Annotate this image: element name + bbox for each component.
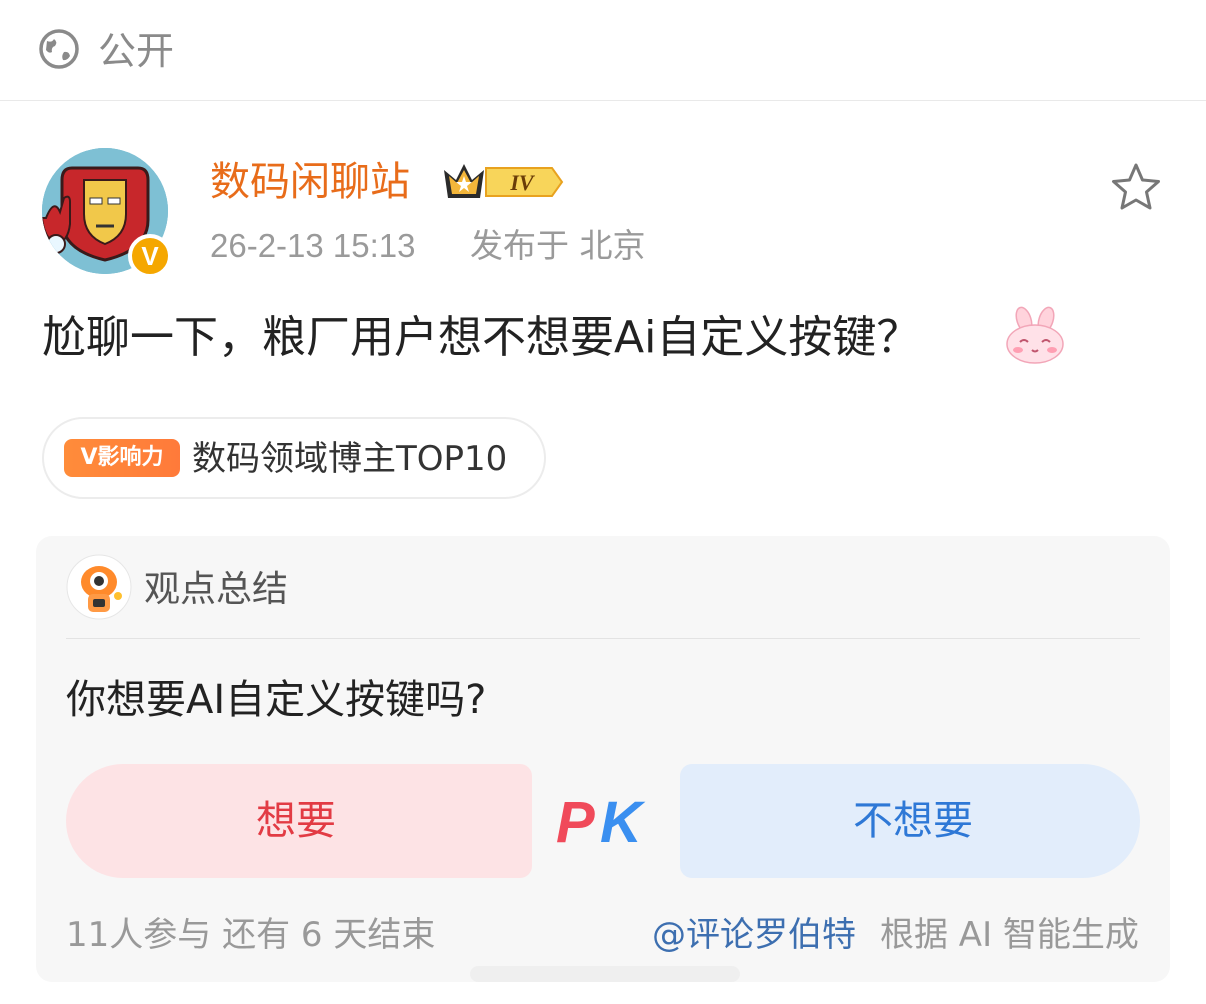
author-name[interactable]: 数码闲聊站 (210, 156, 410, 208)
pk-label-p: P (556, 790, 595, 855)
influence-label: 数码领域博主TOP10 (192, 439, 508, 479)
crown-level-badge: IV (444, 164, 564, 198)
poll-participants: 11人参与 还有 6 天结束 (66, 915, 436, 955)
mention-link[interactable]: @评论罗伯特 (652, 912, 856, 958)
pk-icon: P K (556, 790, 646, 855)
vote-not-want-button[interactable]: 不想要 (680, 764, 1140, 878)
post-text: 尬聊一下，粮厂用户想不想要Ai自定义按键？ (42, 312, 921, 363)
vote-not-want-label: 不想要 (853, 798, 973, 844)
level-badge-text: IV (509, 170, 536, 195)
robot-avatar-icon (66, 554, 132, 620)
watermark-icon (470, 966, 740, 982)
vote-want-button[interactable]: 想要 (66, 764, 532, 878)
globe-icon (39, 29, 79, 69)
visibility-label: 公开 (98, 29, 175, 73)
card-divider (66, 638, 1140, 639)
bunny-emoji (1006, 306, 1064, 364)
pk-label-k: K (600, 790, 646, 855)
post-location: 发布于 北京 (470, 226, 646, 265)
poll-question: 你想要AI自定义按键吗? (66, 677, 487, 723)
vote-want-label: 想要 (256, 798, 336, 844)
visibility-bar[interactable]: 公开 (0, 0, 1206, 101)
verified-badge: V (128, 234, 172, 278)
card-title: 观点总结 (144, 569, 289, 610)
influence-tag[interactable]: V影响力 数码领域博主TOP10 (42, 417, 546, 499)
post-timestamp: 26-2-13 15:13 (210, 227, 416, 264)
opinion-summary-card: 观点总结 你想要AI自定义按键吗? 想要 P K 不想要 11人参与 还有 6 … (36, 536, 1170, 982)
ai-generated-note: 根据 AI 智能生成 (880, 915, 1139, 955)
influence-badge: V影响力 (64, 439, 180, 477)
post-page: 公开 V 数码闲聊站 IV 26-2-13 15:13 发布于 北京 尬聊一下，… (0, 0, 1206, 1004)
star-outline-icon[interactable] (1108, 160, 1164, 216)
